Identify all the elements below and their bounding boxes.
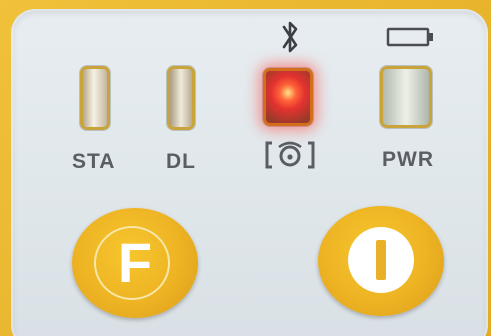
power-icon-bar <box>376 240 386 280</box>
bluetooth-icon <box>282 21 298 53</box>
sta-led <box>80 66 110 130</box>
radio-icon <box>265 141 315 169</box>
device-housing: STA DL PWR F <box>0 0 491 336</box>
function-button[interactable]: F <box>72 208 198 318</box>
sta-label: STA <box>72 150 116 173</box>
function-button-label: F <box>117 231 153 294</box>
dl-label: DL <box>166 150 196 173</box>
pwr-label: PWR <box>382 148 434 171</box>
pwr-led <box>380 66 432 128</box>
power-button[interactable] <box>318 206 444 316</box>
bluetooth-led <box>263 68 313 126</box>
battery-icon <box>386 27 433 47</box>
dl-led <box>167 66 195 130</box>
